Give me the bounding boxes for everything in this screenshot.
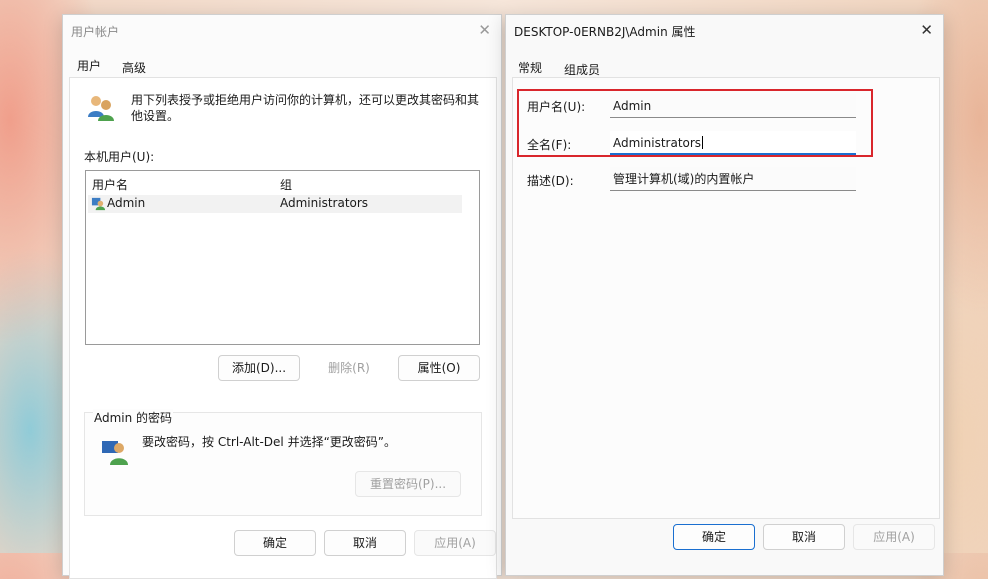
tab-general[interactable]: 常规 (515, 59, 545, 81)
users-list[interactable]: 用户名 组 Admin Administrators (85, 170, 480, 345)
close-icon[interactable]: ✕ (478, 21, 491, 39)
title-bar: 用户帐户 ✕ (63, 15, 501, 47)
password-instructions: 要改密码，按 Ctrl-Alt-Del 并选择“更改密码”。 (142, 435, 397, 449)
close-icon[interactable]: ✕ (920, 21, 933, 39)
user-icon (91, 197, 106, 211)
window-title: 用户帐户 (71, 25, 120, 39)
local-users-label: 本机用户(U): (84, 150, 155, 164)
table-row[interactable]: Admin Administrators (88, 195, 462, 213)
ok-button[interactable]: 确定 (234, 530, 316, 556)
description-value: 管理计算机(域)的内置帐户 (613, 172, 755, 186)
tab-advanced[interactable]: 高级 (122, 59, 146, 76)
apply-button[interactable]: 应用(A) (853, 524, 935, 550)
user-key-icon (102, 441, 128, 465)
remove-button[interactable]: 删除(R) (308, 355, 390, 381)
row-group: Administrators (280, 196, 369, 210)
intro-text: 用下列表授予或拒绝用户访问你的计算机，还可以更改其密码和其他设置。 (131, 93, 480, 123)
column-header-username[interactable]: 用户名 (92, 176, 128, 193)
column-header-group[interactable]: 组 (280, 176, 292, 193)
title-bar: DESKTOP-0ERNB2J\Admin 属性 ✕ (506, 15, 943, 47)
password-group-title: Admin 的密码 (93, 409, 174, 426)
cancel-button[interactable]: 取消 (324, 530, 406, 556)
properties-button[interactable]: 属性(O) (398, 355, 480, 381)
reset-password-button[interactable]: 重置密码(P)... (355, 471, 461, 497)
users-icon (88, 96, 114, 121)
description-field[interactable]: 管理计算机(域)的内置帐户 (610, 167, 856, 191)
password-group: Admin 的密码 要改密码，按 Ctrl-Alt-Del 并选择“更改密码”。… (84, 409, 482, 516)
admin-properties-window: DESKTOP-0ERNB2J\Admin 属性 ✕ 常规 组成员 用户名(U)… (505, 14, 944, 576)
row-username: Admin (107, 196, 146, 210)
add-button[interactable]: 添加(D)... (218, 355, 300, 381)
description-label: 描述(D): (527, 174, 574, 188)
tab-users[interactable]: 用户 (74, 57, 104, 79)
user-accounts-window: 用户帐户 ✕ 用户 高级 用下列表授予或拒绝用户访问你的计算机，还可以更改其密码… (62, 14, 502, 579)
ok-button[interactable]: 确定 (673, 524, 755, 550)
tab-member-of[interactable]: 组成员 (564, 61, 600, 78)
apply-button[interactable]: 应用(A) (414, 530, 496, 556)
users-tab-panel: 用下列表授予或拒绝用户访问你的计算机，还可以更改其密码和其他设置。 本机用户(U… (69, 77, 497, 579)
highlight-box (517, 89, 873, 157)
window-title: DESKTOP-0ERNB2J\Admin 属性 (514, 25, 696, 39)
cancel-button[interactable]: 取消 (763, 524, 845, 550)
